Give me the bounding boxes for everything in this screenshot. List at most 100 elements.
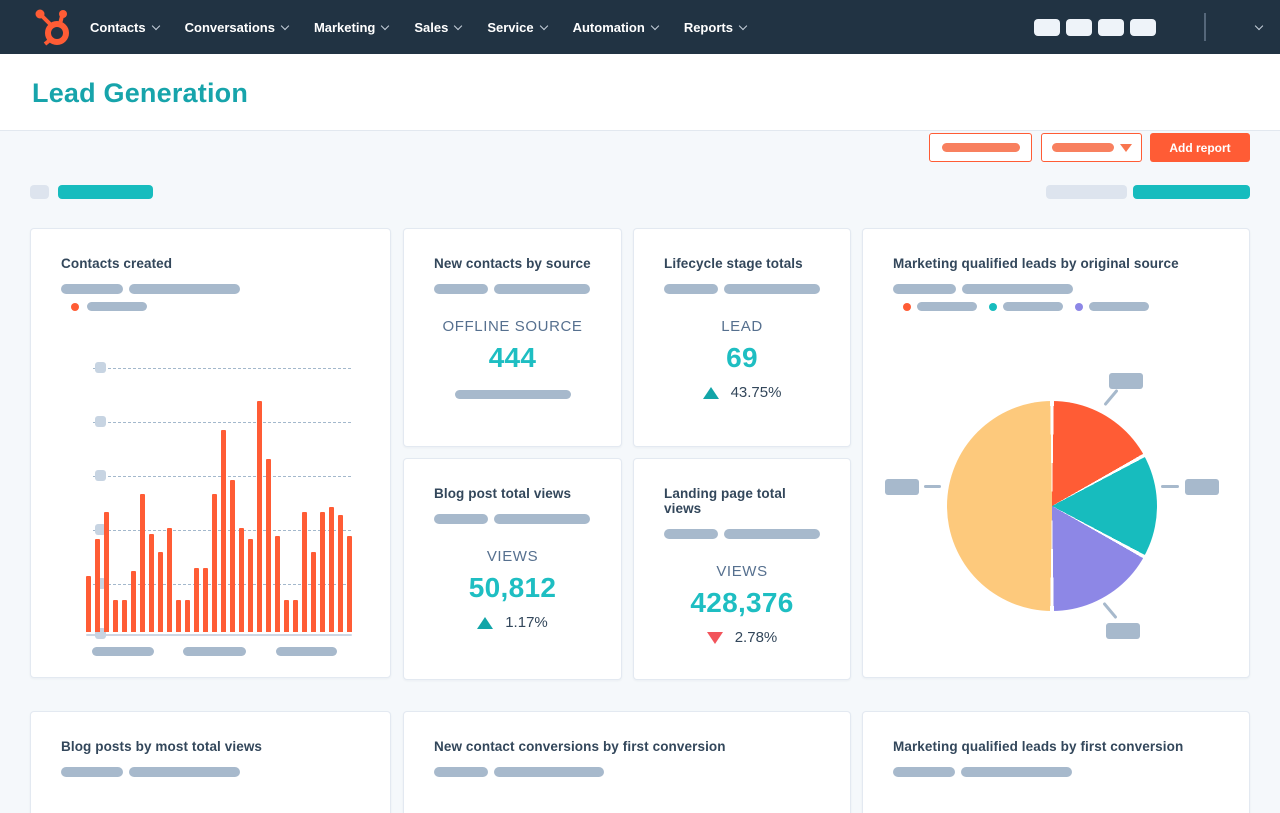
bar bbox=[239, 528, 244, 632]
bar bbox=[203, 568, 208, 632]
legend-label-placeholder bbox=[917, 302, 977, 311]
delta-value: 2.78% bbox=[734, 629, 778, 646]
navbar-right-tools bbox=[1034, 0, 1280, 54]
nav-label: Marketing bbox=[313, 19, 376, 35]
page-header: Lead Generation Add report bbox=[0, 54, 1280, 162]
bar bbox=[194, 568, 199, 632]
report-card-landing-page-total-views[interactable]: Landing page total views VIEWS 428,376 2… bbox=[633, 458, 851, 680]
subtitle-placeholder bbox=[61, 284, 123, 294]
metric-label: OFFLINE SOURCE bbox=[442, 318, 583, 335]
chevron-down-icon bbox=[650, 21, 660, 30]
dashboard-filter-placeholder[interactable] bbox=[30, 185, 49, 199]
report-card-new-contact-conversions[interactable]: New contact conversions by first convers… bbox=[403, 711, 851, 813]
toolbar-icon-placeholder[interactable] bbox=[1066, 18, 1092, 36]
report-title: New contact conversions by first convers… bbox=[434, 739, 726, 754]
nav-item-contacts[interactable]: Contacts bbox=[90, 20, 160, 35]
dashboard-filter-placeholder[interactable] bbox=[1133, 185, 1250, 199]
x-tick-placeholder bbox=[92, 647, 154, 656]
report-title: Marketing qualified leads by first conve… bbox=[893, 739, 1184, 754]
legend-label-placeholder bbox=[1089, 302, 1149, 311]
bar bbox=[185, 600, 190, 632]
nav-item-automation[interactable]: Automation bbox=[573, 20, 660, 35]
subtitle-placeholder bbox=[129, 767, 240, 777]
delta-value: 43.75% bbox=[730, 384, 782, 401]
subtitle-placeholder bbox=[664, 284, 718, 294]
subtitle-placeholder bbox=[494, 514, 590, 524]
subtitle-placeholder bbox=[961, 767, 1072, 777]
report-card-mql-by-original-source[interactable]: Marketing qualified leads by original so… bbox=[862, 228, 1250, 678]
bar bbox=[149, 534, 154, 632]
subtitle-placeholder bbox=[962, 284, 1073, 294]
report-card-blog-post-total-views[interactable]: Blog post total views VIEWS 50,812 1.17% bbox=[403, 458, 622, 680]
bar bbox=[221, 430, 226, 632]
report-subtitle-placeholder bbox=[61, 284, 360, 294]
bar bbox=[293, 600, 298, 632]
top-navbar: Contacts Conversations Marketing Sales S… bbox=[0, 0, 1280, 54]
legend-label-placeholder bbox=[87, 302, 147, 311]
report-card-mql-by-first-conversion[interactable]: Marketing qualified leads by first conve… bbox=[862, 711, 1250, 813]
legend-dot-icon bbox=[989, 302, 997, 311]
metric-delta: 43.75% bbox=[634, 384, 850, 401]
bar bbox=[131, 571, 136, 632]
chart-legend bbox=[61, 302, 360, 311]
nav-item-marketing[interactable]: Marketing bbox=[313, 19, 390, 35]
main-nav-menu: Contacts Conversations Marketing Sales S… bbox=[90, 19, 748, 35]
report-title: Lifecycle stage totals bbox=[664, 256, 803, 271]
toolbar-icon-placeholder[interactable] bbox=[1034, 18, 1060, 36]
report-card-contacts-created[interactable]: Contacts created bbox=[30, 228, 391, 678]
report-subtitle-placeholder bbox=[893, 767, 1219, 777]
delta-value: 1.17% bbox=[505, 614, 548, 631]
subtitle-placeholder bbox=[434, 514, 488, 524]
subtitle-placeholder bbox=[434, 284, 488, 294]
report-subtitle-placeholder bbox=[664, 284, 820, 294]
nav-item-sales[interactable]: Sales bbox=[414, 20, 463, 35]
pie-callout-line bbox=[1103, 388, 1119, 407]
report-subtitle-placeholder bbox=[664, 529, 820, 539]
pie-callout-label-placeholder bbox=[1106, 623, 1140, 639]
header-dropdown-button[interactable] bbox=[1041, 133, 1142, 162]
hubspot-logo-icon[interactable] bbox=[30, 7, 74, 47]
bar bbox=[212, 494, 217, 632]
nav-item-service[interactable]: Service bbox=[487, 20, 548, 35]
bar bbox=[158, 552, 163, 632]
header-action-button-1[interactable] bbox=[929, 133, 1032, 162]
nav-item-reports[interactable]: Reports bbox=[684, 20, 748, 35]
subtitle-placeholder bbox=[893, 284, 956, 294]
report-card-lifecycle-stage-totals[interactable]: Lifecycle stage totals LEAD 69 43.75% bbox=[633, 228, 851, 447]
trend-up-icon bbox=[702, 386, 719, 399]
bar bbox=[248, 539, 253, 632]
legend-dot-icon bbox=[1075, 302, 1083, 311]
add-report-button[interactable]: Add report bbox=[1150, 133, 1250, 162]
metric-value: 444 bbox=[488, 342, 537, 373]
report-card-blog-posts-by-most-total-views[interactable]: Blog posts by most total views bbox=[30, 711, 391, 813]
chart-legend bbox=[893, 302, 1219, 311]
dashboard-filter-placeholder[interactable] bbox=[58, 185, 153, 199]
bar bbox=[257, 401, 262, 632]
metric-label: LEAD bbox=[721, 318, 763, 335]
subtitle-placeholder bbox=[494, 767, 604, 777]
dashboard-filter-placeholder[interactable] bbox=[1046, 185, 1127, 199]
pie-callout-line bbox=[924, 485, 941, 488]
toolbar-icon-placeholder[interactable] bbox=[1098, 18, 1124, 36]
dropdown-triangle-icon bbox=[1119, 143, 1132, 152]
account-chevron-down-icon[interactable] bbox=[1254, 21, 1264, 30]
subtitle-placeholder bbox=[494, 284, 590, 294]
x-tick-placeholder bbox=[276, 647, 337, 656]
nav-item-conversations[interactable]: Conversations bbox=[185, 20, 290, 35]
bar bbox=[86, 576, 91, 632]
subtitle-placeholder bbox=[129, 284, 240, 294]
legend-dot-icon bbox=[71, 302, 79, 311]
bar bbox=[320, 512, 325, 632]
chevron-down-icon bbox=[151, 21, 160, 30]
bar bbox=[338, 515, 343, 632]
legend-label-placeholder bbox=[1003, 302, 1063, 311]
bar bbox=[302, 512, 307, 632]
bar bbox=[266, 459, 271, 632]
chevron-down-icon bbox=[381, 21, 390, 30]
bar bbox=[176, 600, 181, 632]
report-card-new-contacts-by-source[interactable]: New contacts by source OFFLINE SOURCE 44… bbox=[403, 228, 622, 447]
toolbar-icon-placeholder[interactable] bbox=[1130, 18, 1156, 36]
metric-value: 69 bbox=[726, 342, 758, 373]
report-title: Landing page total views bbox=[664, 486, 786, 516]
report-title: New contacts by source bbox=[434, 256, 591, 271]
